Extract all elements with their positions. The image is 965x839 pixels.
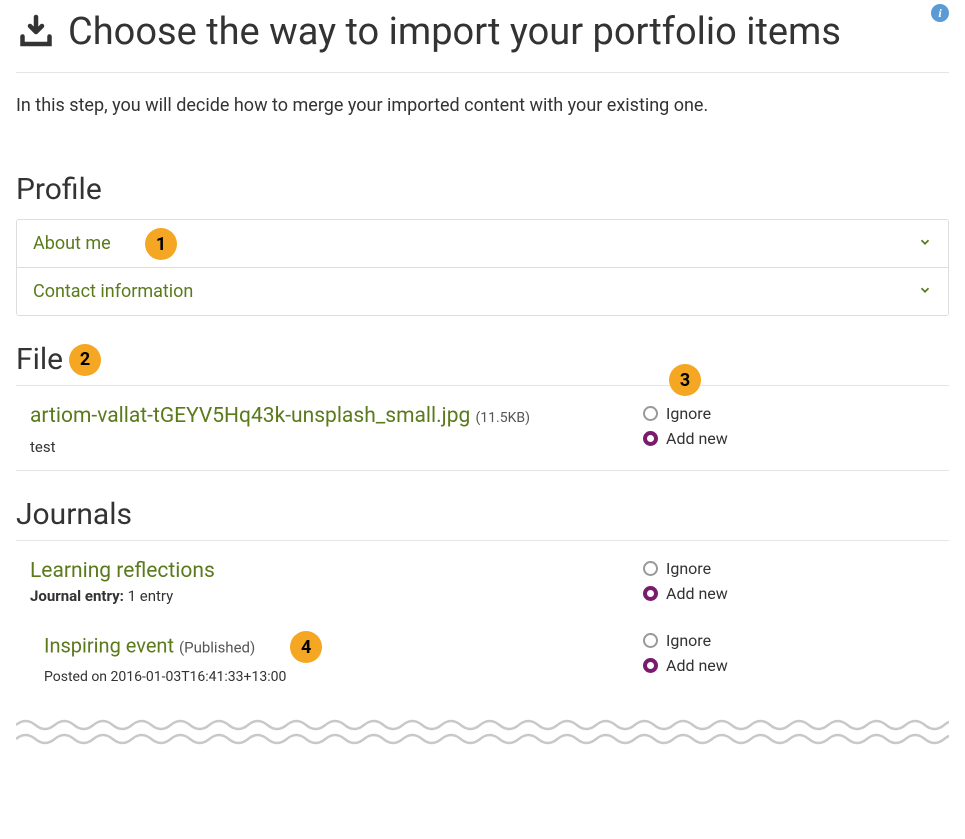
radio-addnew[interactable]: Add new	[643, 429, 935, 448]
radio-ignore[interactable]: Ignore	[643, 404, 935, 423]
file-section-title: File	[16, 342, 63, 377]
page-header: Choose the way to import your portfolio …	[16, 0, 949, 73]
file-desc: test	[30, 438, 615, 456]
radio-icon[interactable]	[643, 658, 658, 673]
journal-meta: Journal entry: 1 entry	[30, 587, 615, 605]
journal-entry-posted: Posted on 2016-01-03T16:41:33+13:00	[44, 669, 615, 685]
page-title: Choose the way to import your portfolio …	[68, 10, 949, 54]
journal-entry-row: Inspiring event (Published) 4 Posted on …	[16, 623, 949, 699]
badge-3: 3	[669, 364, 701, 396]
journal-meta-label: Journal entry:	[30, 587, 124, 605]
accordion-label: Contact information	[33, 281, 193, 302]
journal-name[interactable]: Learning reflections	[30, 559, 615, 583]
journal-entry-title: Inspiring event (Published) 4	[44, 631, 615, 663]
profile-section-title: Profile	[16, 172, 949, 207]
radio-label: Add new	[666, 429, 728, 448]
journals-section-title: Journals	[16, 497, 949, 532]
badge-4: 4	[290, 631, 322, 663]
radio-icon[interactable]	[643, 561, 658, 576]
badge-2: 2	[69, 344, 101, 376]
profile-accordion: About me 1 Contact information	[16, 219, 949, 316]
badge-1: 1	[145, 228, 177, 260]
journal-entry-actions: Ignore Add new	[635, 631, 935, 685]
accordion-label: About me	[33, 233, 111, 254]
journal-entry-name[interactable]: Inspiring event	[44, 633, 174, 657]
radio-ignore[interactable]: Ignore	[643, 631, 935, 650]
accordion-item-contact[interactable]: Contact information	[17, 268, 948, 315]
file-section: File 2 3 artiom-vallat-tGEYV5Hq43k-unspl…	[16, 342, 949, 471]
radio-addnew[interactable]: Add new	[643, 584, 935, 603]
file-size: (11.5KB)	[476, 410, 530, 426]
file-actions: Ignore Add new	[635, 404, 935, 456]
accordion-item-about-me[interactable]: About me 1	[17, 220, 948, 268]
radio-icon[interactable]	[643, 406, 658, 421]
chevron-down-icon	[918, 282, 932, 301]
file-entry-row: artiom-vallat-tGEYV5Hq43k-unsplash_small…	[16, 396, 949, 470]
radio-addnew[interactable]: Add new	[643, 656, 935, 675]
file-name: artiom-vallat-tGEYV5Hq43k-unsplash_small…	[30, 404, 470, 428]
divider	[16, 470, 949, 471]
radio-label: Add new	[666, 584, 728, 603]
intro-text: In this step, you will decide how to mer…	[16, 73, 949, 146]
radio-icon[interactable]	[643, 586, 658, 601]
radio-ignore[interactable]: Ignore	[643, 559, 935, 578]
info-icon[interactable]: i	[931, 4, 949, 22]
journal-actions: Ignore Add new	[635, 559, 935, 609]
radio-label: Ignore	[666, 404, 711, 423]
radio-icon[interactable]	[643, 633, 658, 648]
wavy-divider	[16, 717, 949, 747]
chevron-down-icon	[918, 234, 932, 253]
journals-section: Journals Learning reflections Journal en…	[16, 497, 949, 747]
journal-entry-status: (Published)	[179, 638, 255, 656]
radio-icon[interactable]	[643, 431, 658, 446]
journal-meta-value: 1 entry	[128, 587, 174, 605]
divider	[16, 385, 949, 386]
divider	[16, 540, 949, 541]
radio-label: Ignore	[666, 631, 711, 650]
import-icon	[16, 14, 56, 50]
radio-label: Add new	[666, 656, 728, 675]
radio-label: Ignore	[666, 559, 711, 578]
file-entry-title: artiom-vallat-tGEYV5Hq43k-unsplash_small…	[30, 404, 615, 428]
journal-row: Learning reflections Journal entry: 1 en…	[16, 551, 949, 623]
